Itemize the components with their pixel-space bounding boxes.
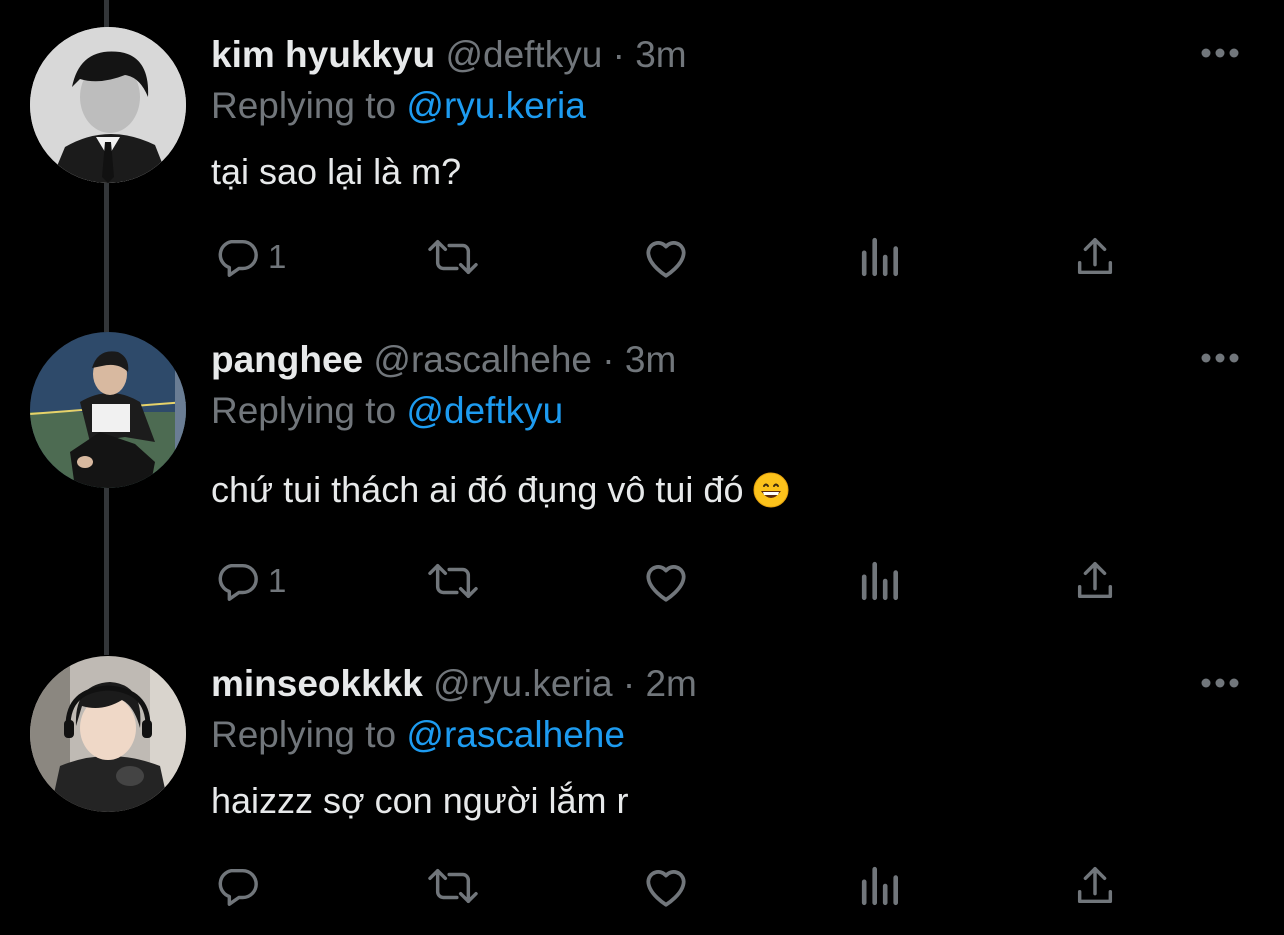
separator-dot: ·	[612, 34, 625, 75]
views-icon	[861, 237, 899, 277]
replying-to-line: Replying to @ryu.keria	[211, 84, 586, 128]
retweet-icon	[428, 868, 478, 904]
reply-count: 1	[268, 562, 287, 599]
reply-icon	[218, 868, 258, 906]
reply-count: 1	[268, 238, 287, 275]
replying-to-line: Replying to @deftkyu	[211, 389, 563, 433]
heart-icon	[646, 241, 686, 278]
more-icon	[1201, 48, 1239, 58]
like-button[interactable]	[641, 556, 691, 606]
views-icon	[861, 866, 899, 906]
tweet-text: haizzz sợ con người lắm r	[211, 780, 629, 821]
more-options-button[interactable]	[1198, 348, 1242, 368]
reply-button[interactable]: 1	[214, 556, 286, 606]
share-icon	[1077, 238, 1113, 275]
separator-dot: ·	[622, 663, 636, 704]
timestamp[interactable]: 2m	[645, 663, 696, 704]
tweet-text-line: chứ tui thách ai đó đụng vô tui đó	[211, 468, 789, 512]
user-handle[interactable]: @ryu.keria	[433, 663, 612, 704]
like-button[interactable]	[641, 232, 691, 282]
views-button[interactable]	[860, 556, 902, 606]
timestamp[interactable]: 3m	[625, 339, 676, 380]
display-name[interactable]: minseokkkk	[211, 663, 423, 704]
more-options-button[interactable]	[1198, 673, 1242, 693]
views-button[interactable]	[860, 232, 902, 282]
replying-to-line: Replying to @rascalhehe	[211, 713, 625, 757]
display-name[interactable]: kim hyukkyu	[211, 34, 435, 75]
tweet-text: chứ tui thách ai đó đụng vô tui đó	[211, 469, 744, 510]
reply-button[interactable]: 1	[214, 232, 286, 282]
avatar[interactable]	[30, 656, 186, 812]
avatar[interactable]	[30, 332, 186, 488]
retweet-button[interactable]	[426, 861, 480, 911]
share-button[interactable]	[1072, 861, 1118, 911]
replying-to-mention[interactable]: @ryu.keria	[406, 85, 585, 126]
replying-to-label: Replying to	[211, 714, 397, 755]
more-icon	[1201, 353, 1239, 363]
more-icon	[1201, 678, 1239, 688]
replying-to-mention[interactable]: @deftkyu	[406, 390, 563, 431]
separator-dot: ·	[602, 339, 615, 380]
reply-icon	[218, 563, 258, 601]
user-handle[interactable]: @deftkyu	[445, 34, 602, 75]
share-button[interactable]	[1072, 556, 1118, 606]
share-icon	[1077, 562, 1113, 599]
reply-button[interactable]	[214, 861, 260, 911]
action-bar	[0, 861, 1284, 911]
retweet-button[interactable]	[426, 556, 480, 606]
retweet-button[interactable]	[426, 232, 480, 282]
heart-icon	[646, 565, 686, 602]
heart-icon	[646, 870, 686, 907]
display-name[interactable]: panghee	[211, 339, 363, 380]
views-icon	[861, 561, 899, 601]
more-options-button[interactable]	[1198, 43, 1242, 63]
user-handle[interactable]: @rascalhehe	[373, 339, 592, 380]
replying-to-mention[interactable]: @rascalhehe	[406, 714, 625, 755]
tweet-text: tại sao lại là m?	[211, 151, 462, 192]
avatar[interactable]	[30, 27, 186, 183]
retweet-icon	[428, 239, 478, 275]
views-button[interactable]	[860, 861, 902, 911]
share-button[interactable]	[1072, 232, 1118, 282]
grinning-face-emoji	[753, 472, 789, 508]
replying-to-label: Replying to	[211, 390, 397, 431]
action-bar: 1	[0, 556, 1284, 606]
action-bar: 1	[0, 232, 1284, 282]
timestamp[interactable]: 3m	[635, 34, 686, 75]
replying-to-label: Replying to	[211, 85, 397, 126]
retweet-icon	[428, 563, 478, 599]
like-button[interactable]	[641, 861, 691, 911]
share-icon	[1077, 867, 1113, 904]
reply-icon	[218, 239, 258, 277]
